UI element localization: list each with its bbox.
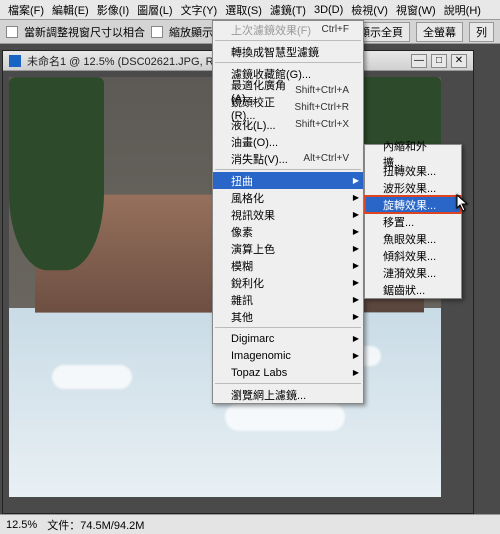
filter-last: 上次濾鏡效果(F)Ctrl+F (213, 21, 363, 38)
filter-blur[interactable]: 模糊 (213, 257, 363, 274)
filter-render[interactable]: 演算上色 (213, 240, 363, 257)
filter-lens[interactable]: 鏡頭校正(R)...Shift+Ctrl+R (213, 99, 363, 116)
app-badge-icon (9, 55, 21, 67)
filter-liquify[interactable]: 液化(L)...Shift+Ctrl+X (213, 116, 363, 133)
menu-view[interactable]: 檢視(V) (347, 0, 392, 20)
distort-twirl[interactable]: 扭轉效果... (365, 162, 461, 179)
distort-submenu: 內縮和外擴... 扭轉效果... 波形效果... 旋轉效果... 移置... 魚… (364, 144, 462, 299)
filter-distort[interactable]: 扭曲 (213, 172, 363, 189)
maximize-icon[interactable]: □ (431, 54, 447, 68)
menu-window[interactable]: 視窗(W) (392, 0, 440, 20)
zoom-checkbox[interactable] (151, 26, 163, 38)
distort-shear[interactable]: 傾斜效果... (365, 247, 461, 264)
resize-label: 當新調整視窗尺寸以相合 (24, 24, 145, 40)
filter-noise[interactable]: 雜訊 (213, 291, 363, 308)
print-size-button[interactable]: 列 (469, 22, 494, 42)
fill-screen-button[interactable]: 全螢幕 (416, 22, 463, 42)
filter-oil[interactable]: 油畫(O)... (213, 133, 363, 150)
zoom-value[interactable]: 12.5% (6, 519, 37, 531)
distort-pinch[interactable]: 內縮和外擴... (365, 145, 461, 162)
filter-digimarc[interactable]: Digimarc (213, 330, 363, 347)
distort-displace[interactable]: 移置... (365, 213, 461, 230)
statusbar: 12.5% 文件：74.5M/94.2M (0, 514, 500, 534)
filter-stylize[interactable]: 風格化 (213, 189, 363, 206)
menu-edit[interactable]: 編輯(E) (48, 0, 93, 20)
distort-ripple[interactable]: 漣漪效果... (365, 264, 461, 281)
filter-other[interactable]: 其他 (213, 308, 363, 325)
menu-help[interactable]: 說明(H) (440, 0, 485, 20)
filter-menu: 上次濾鏡效果(F)Ctrl+F 轉換成智慧型濾鏡 濾鏡收藏館(G)... 最適化… (212, 20, 364, 404)
filter-imagenomic[interactable]: Imagenomic (213, 347, 363, 364)
menu-layer[interactable]: 圖層(L) (133, 0, 176, 20)
filter-video[interactable]: 視訊效果 (213, 206, 363, 223)
zoom-label: 縮放顯示 (169, 24, 213, 40)
menu-type[interactable]: 文字(Y) (177, 0, 222, 20)
menubar: 檔案(F) 編輯(E) 影像(I) 圖層(L) 文字(Y) 選取(S) 濾鏡(T… (0, 0, 500, 20)
doc-size: 文件：74.5M/94.2M (47, 517, 144, 533)
filter-pixelate[interactable]: 像素 (213, 223, 363, 240)
distort-spin[interactable]: 旋轉效果... (365, 196, 461, 213)
menu-select[interactable]: 選取(S) (221, 0, 266, 20)
filter-vanish[interactable]: 消失點(V)...Alt+Ctrl+V (213, 150, 363, 167)
resize-checkbox[interactable] (6, 26, 18, 38)
distort-wave[interactable]: 波形效果... (365, 179, 461, 196)
filter-browse[interactable]: 瀏覽網上濾鏡... (213, 386, 363, 403)
menu-file[interactable]: 檔案(F) (4, 0, 48, 20)
distort-zigzag[interactable]: 鋸齒狀... (365, 281, 461, 298)
menu-image[interactable]: 影像(I) (93, 0, 133, 20)
menu-filter[interactable]: 濾鏡(T) (266, 0, 310, 20)
filter-sharpen[interactable]: 銳利化 (213, 274, 363, 291)
menu-3d[interactable]: 3D(D) (310, 2, 347, 18)
filter-topaz[interactable]: Topaz Labs (213, 364, 363, 381)
minimize-icon[interactable]: — (411, 54, 427, 68)
distort-fisheye[interactable]: 魚眼效果... (365, 230, 461, 247)
close-icon[interactable]: ✕ (451, 54, 467, 68)
filter-smart[interactable]: 轉換成智慧型濾鏡 (213, 43, 363, 60)
